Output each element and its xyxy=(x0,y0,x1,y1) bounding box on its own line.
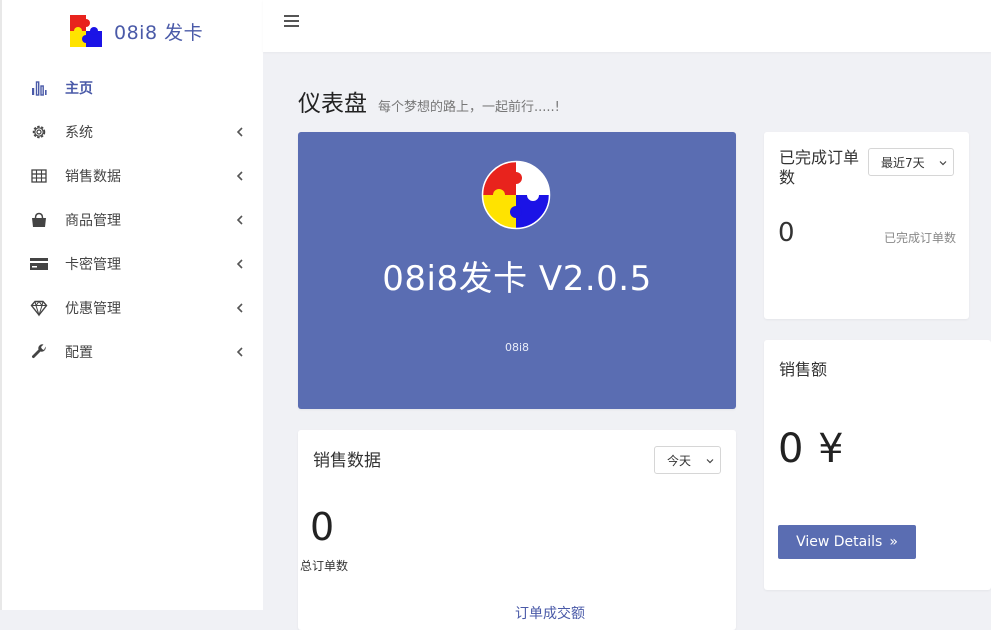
chevron-left-icon xyxy=(234,258,246,270)
puzzle-logo-icon xyxy=(481,160,551,230)
sidebar-item-sales-data[interactable]: 销售数据 xyxy=(2,154,265,198)
sales-range-select[interactable]: 今天 xyxy=(654,446,721,474)
chevron-left-icon xyxy=(234,170,246,182)
sidebar-item-label: 优惠管理 xyxy=(65,301,121,317)
completed-orders-value: 0 xyxy=(778,218,795,248)
sidebar-item-label: 配置 xyxy=(65,345,93,361)
chevron-left-icon xyxy=(234,126,246,138)
hero-banner: 08i8发卡 V2.0.5 08i8 xyxy=(298,132,736,409)
select-value: 最近7天 xyxy=(881,155,925,170)
bar-chart-icon xyxy=(30,79,48,97)
credit-card-icon xyxy=(30,255,48,273)
completed-orders-label: 已完成订单数 xyxy=(883,231,956,245)
sidebar-item-system[interactable]: 系统 xyxy=(2,110,265,154)
page-header: 仪表盘 每个梦想的路上，一起前行.....! xyxy=(298,84,560,118)
diamond-icon xyxy=(30,299,48,317)
revenue-card: 销售额 0 ¥ View Details » xyxy=(764,340,991,590)
view-details-button[interactable]: View Details » xyxy=(778,525,916,559)
order-amount-link[interactable]: 订单成交额 xyxy=(515,603,585,623)
sidebar-item-card-keys[interactable]: 卡密管理 xyxy=(2,242,265,286)
select-value: 今天 xyxy=(667,453,692,468)
hero-subtitle: 08i8 xyxy=(504,341,530,354)
chevron-left-icon xyxy=(234,302,246,314)
sidebar-item-label: 商品管理 xyxy=(65,213,121,229)
sidebar-item-home[interactable]: 主页 xyxy=(2,66,265,110)
revenue-value: 0 ¥ xyxy=(778,426,845,472)
sales-data-card: 销售数据 今天 0 总订单数 订单成交额 xyxy=(298,430,736,630)
menu-toggle-icon[interactable] xyxy=(283,13,301,31)
completed-range-select[interactable]: 最近7天 xyxy=(868,148,954,176)
shopping-bag-icon xyxy=(30,211,48,229)
puzzle-logo-icon xyxy=(70,15,102,47)
sidebar-nav: 主页 系统 销售数据 商品管理 卡密管理 优惠管理 配置 xyxy=(2,66,265,374)
sidebar-item-config[interactable]: 配置 xyxy=(2,330,265,374)
page-title: 仪表盘 xyxy=(298,91,367,117)
page-subtitle: 每个梦想的路上，一起前行.....! xyxy=(378,100,560,115)
chevron-down-icon xyxy=(939,161,947,166)
sidebar-item-label: 系统 xyxy=(65,125,93,141)
completed-orders-card: 已完成订单数 最近7天 0 已完成订单数 xyxy=(764,132,969,319)
sidebar-item-label: 销售数据 xyxy=(65,169,121,185)
sidebar-item-label: 主页 xyxy=(65,81,93,97)
hero-title: 08i8发卡 V2.0.5 xyxy=(382,259,652,299)
sidebar-item-products[interactable]: 商品管理 xyxy=(2,198,265,242)
chevron-down-icon xyxy=(706,459,714,464)
card-title: 销售额 xyxy=(779,360,828,379)
chevron-left-icon xyxy=(234,214,246,226)
chevron-left-icon xyxy=(234,346,246,358)
table-icon xyxy=(30,167,48,185)
double-chevron-right-icon: » xyxy=(889,534,898,550)
gear-icon xyxy=(30,123,48,141)
button-label: View Details xyxy=(796,534,883,550)
wrench-icon xyxy=(30,343,48,361)
brand-name: 08i8 发卡 xyxy=(114,21,204,44)
sidebar: 08i8 发卡 主页 系统 销售数据 商品管理 卡密管理 优惠管理 配置 xyxy=(0,0,263,610)
brand[interactable]: 08i8 发卡 xyxy=(68,13,203,49)
card-title: 已完成订单数 xyxy=(779,148,860,187)
total-orders-value: 0 xyxy=(310,505,335,549)
total-orders-label: 总订单数 xyxy=(300,559,349,573)
top-bar xyxy=(263,0,991,52)
sidebar-item-discounts[interactable]: 优惠管理 xyxy=(2,286,265,330)
sidebar-item-label: 卡密管理 xyxy=(65,257,121,273)
card-title: 销售数据 xyxy=(313,451,381,471)
